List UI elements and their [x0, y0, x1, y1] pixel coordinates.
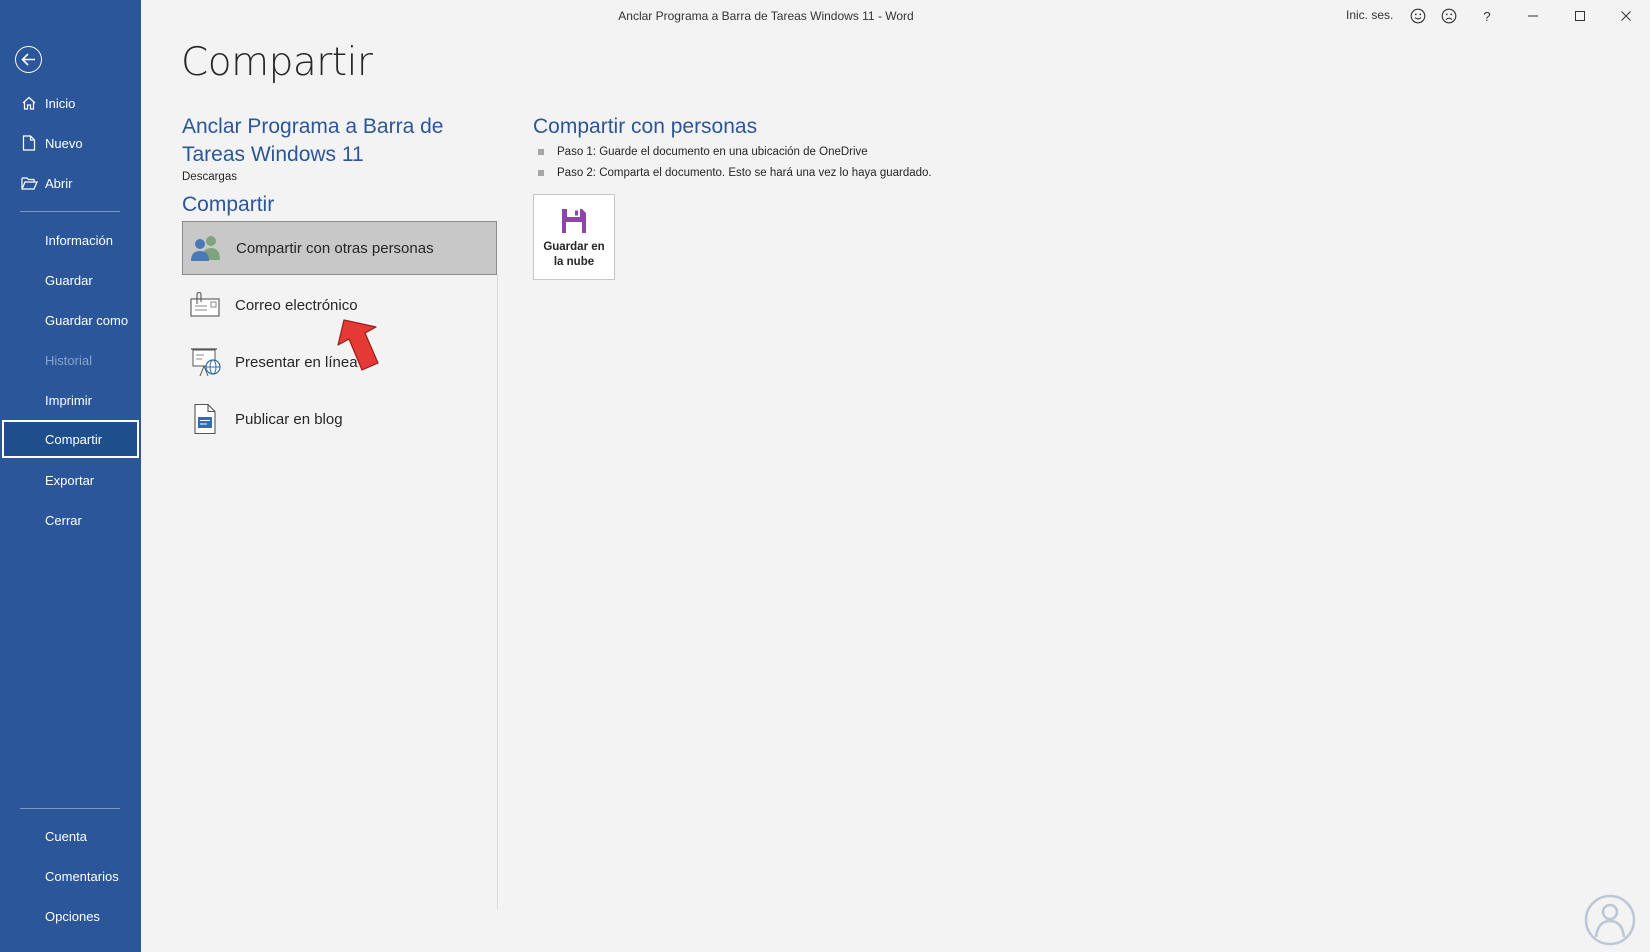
- minimize-icon[interactable]: [1522, 5, 1544, 27]
- nav-label: Información: [45, 232, 113, 248]
- document-name: Anclar Programa a Barra de Tareas Window…: [182, 115, 444, 166]
- blog-icon: [187, 401, 223, 437]
- nav-label: Comentarios: [45, 868, 119, 884]
- frown-icon[interactable]: [1438, 5, 1460, 27]
- nav-comentarios[interactable]: Comentarios: [0, 857, 141, 895]
- nav-inicio[interactable]: Inicio: [0, 84, 141, 122]
- share-with-people-heading: Compartir con personas: [533, 115, 758, 138]
- bullet: [538, 170, 544, 176]
- nav-label: Nuevo: [45, 135, 83, 151]
- cloud-button-label: Guardar en la nube: [534, 240, 614, 270]
- save-to-cloud-button[interactable]: Guardar en la nube: [533, 194, 615, 280]
- back-button[interactable]: [15, 46, 42, 73]
- signin-link[interactable]: Inic. ses.: [1346, 8, 1393, 22]
- title-bar: Anclar Programa a Barra de Tareas Window…: [141, 0, 1650, 34]
- nav-compartir[interactable]: Compartir: [2, 420, 139, 458]
- backstage-sidebar: Inicio Nuevo Abrir Información Guardar G…: [0, 0, 141, 952]
- share-people-icon: [188, 230, 224, 266]
- nav-label: Opciones: [45, 908, 100, 924]
- sidebar-divider: [20, 211, 120, 212]
- smile-icon[interactable]: [1407, 5, 1429, 27]
- cloud-button-line1: Guardar en: [543, 241, 605, 253]
- nav-label: Guardar como: [45, 312, 129, 328]
- document-location: Descargas: [182, 171, 237, 183]
- sidebar-divider: [20, 808, 120, 809]
- home-icon: [20, 94, 38, 112]
- nav-imprimir[interactable]: Imprimir: [0, 381, 141, 419]
- open-folder-icon: [20, 174, 38, 192]
- new-document-icon: [20, 134, 38, 152]
- save-floppy-icon: [534, 207, 614, 237]
- step-2: Paso 2: Comparta el documento. Esto se h…: [538, 167, 932, 179]
- nav-informacion[interactable]: Información: [0, 221, 141, 259]
- nav-label: Cerrar: [45, 512, 82, 528]
- share-with-people-option[interactable]: Compartir con otras personas: [182, 221, 497, 275]
- step-text: Paso 1: Guarde el documento en una ubica…: [557, 146, 868, 158]
- maximize-icon[interactable]: [1569, 5, 1591, 27]
- nav-label: Cuenta: [45, 828, 87, 844]
- present-online-icon: [187, 344, 223, 380]
- option-label: Compartir con otras personas: [236, 239, 434, 257]
- nav-label: Imprimir: [45, 392, 92, 408]
- annotation-arrow: [337, 319, 379, 371]
- nav-guardar[interactable]: Guardar: [0, 261, 141, 299]
- nav-label: Exportar: [45, 472, 95, 488]
- cloud-button-line2: la nube: [553, 256, 595, 268]
- help-glyph: ?: [1483, 8, 1491, 24]
- nav-abrir[interactable]: Abrir: [0, 164, 141, 202]
- option-label: Publicar en blog: [235, 410, 343, 428]
- nav-label: Inicio: [45, 95, 76, 111]
- back-arrow-icon: [21, 53, 35, 66]
- email-icon: [187, 287, 223, 323]
- nav-nuevo[interactable]: Nuevo: [0, 124, 141, 162]
- share-heading: Compartir: [182, 193, 275, 216]
- bullet: [538, 149, 544, 155]
- watermark-logo: [1584, 894, 1636, 946]
- nav-cerrar[interactable]: Cerrar: [0, 501, 141, 539]
- nav-cuenta[interactable]: Cuenta: [0, 817, 141, 855]
- nav-label: Historial: [45, 352, 92, 368]
- publish-blog-option[interactable]: Publicar en blog: [182, 392, 497, 446]
- page-title: Compartir: [181, 40, 373, 85]
- nav-guardar-como[interactable]: Guardar como: [0, 301, 141, 339]
- window-title: Anclar Programa a Barra de Tareas Window…: [618, 9, 914, 23]
- close-icon[interactable]: [1615, 5, 1637, 27]
- nav-label: Abrir: [45, 175, 73, 191]
- step-1: Paso 1: Guarde el documento en una ubica…: [538, 146, 868, 158]
- help-icon[interactable]: ?: [1476, 5, 1498, 27]
- nav-label: Compartir: [45, 431, 103, 447]
- nav-exportar[interactable]: Exportar: [0, 461, 141, 499]
- step-text: Paso 2: Comparta el documento. Esto se h…: [557, 167, 932, 179]
- option-label: Correo electrónico: [235, 296, 358, 314]
- nav-historial: Historial: [0, 341, 141, 379]
- nav-label: Guardar: [45, 272, 93, 288]
- nav-opciones[interactable]: Opciones: [0, 897, 141, 935]
- column-divider: [497, 275, 498, 910]
